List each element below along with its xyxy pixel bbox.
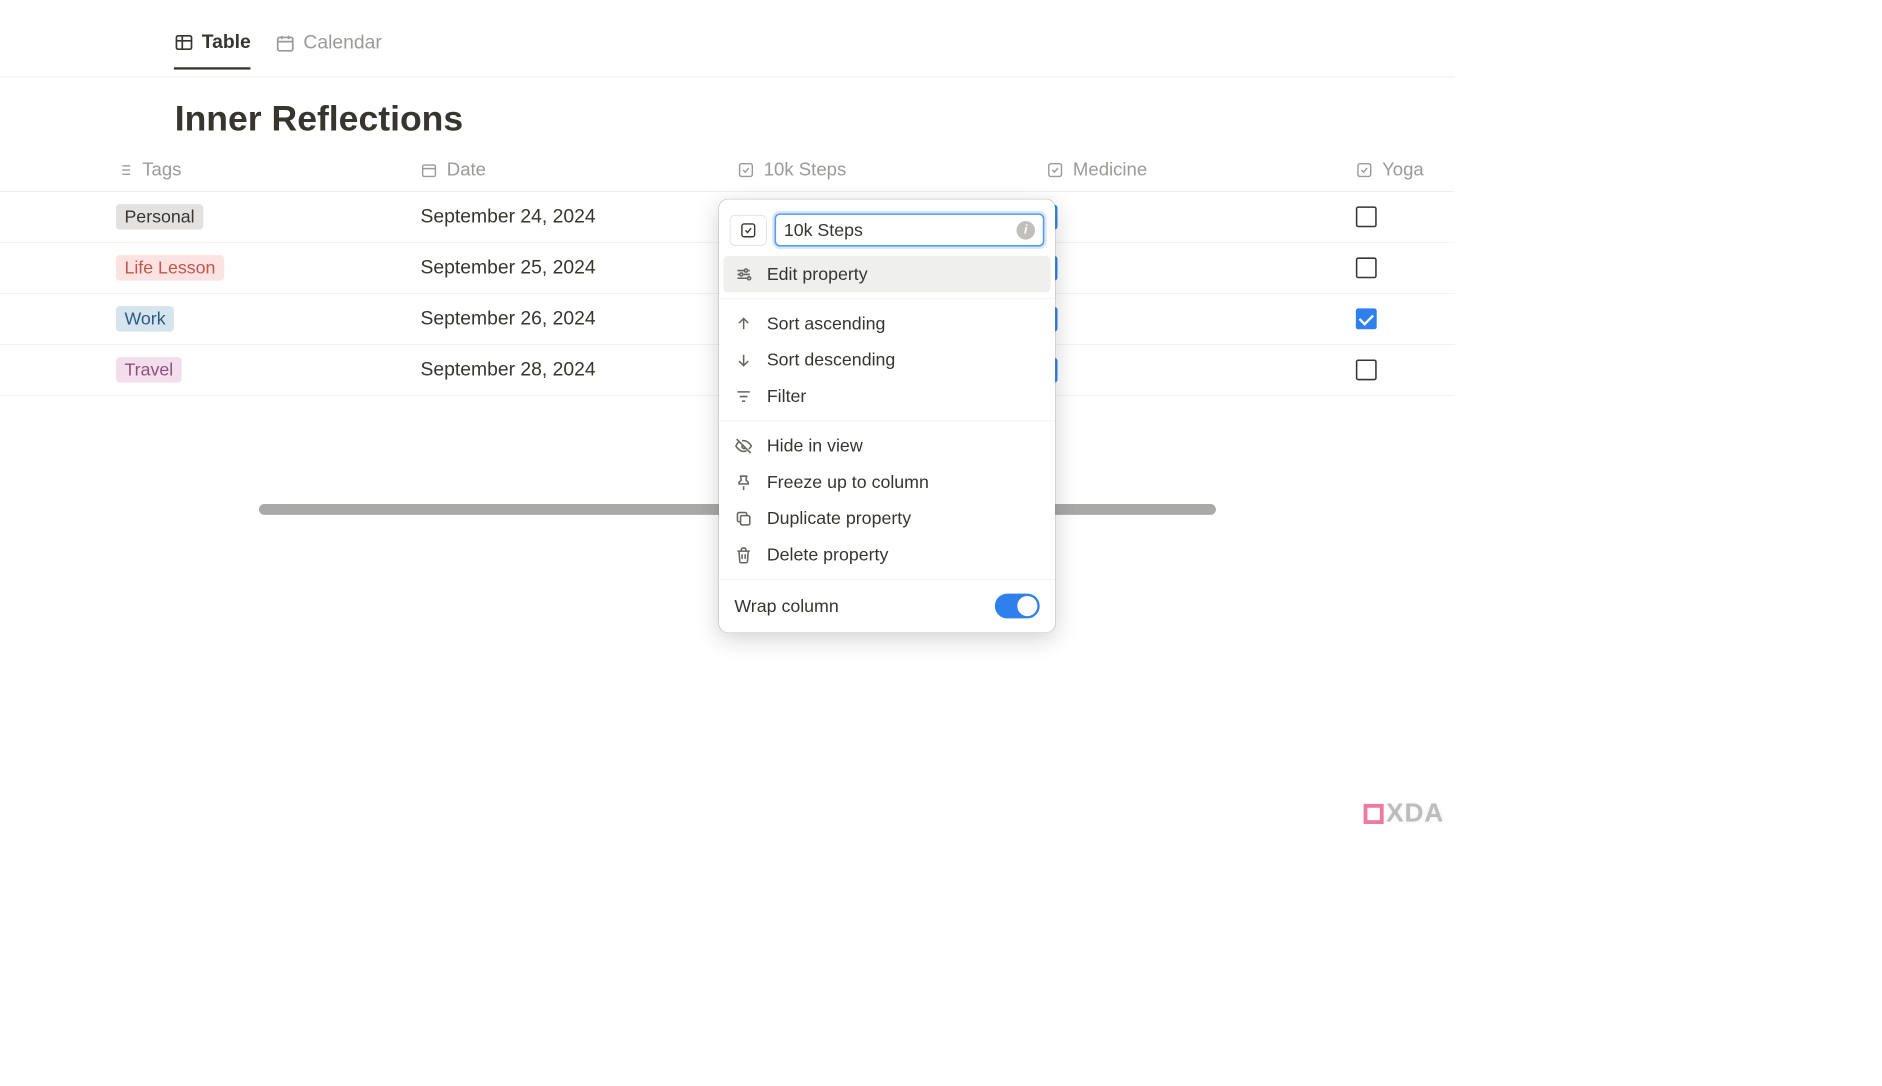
- checkbox-icon: [740, 221, 757, 238]
- menu-duplicate[interactable]: Duplicate property: [719, 500, 1055, 536]
- tag-chip[interactable]: Work: [116, 306, 174, 332]
- column-header-date[interactable]: Date: [410, 159, 727, 181]
- info-icon[interactable]: i: [1016, 221, 1035, 240]
- menu-item-label: Hide in view: [767, 435, 863, 456]
- yoga-cell[interactable]: [1345, 206, 1453, 227]
- table-header-row: Tags Date 10k Steps Medicine Yoga: [0, 148, 1455, 191]
- menu-item-label: Duplicate property: [767, 508, 911, 529]
- medicine-cell[interactable]: [1036, 204, 1345, 229]
- menu-sort-asc[interactable]: Sort ascending: [719, 305, 1055, 341]
- medicine-cell[interactable]: [1036, 306, 1345, 331]
- tab-calendar-label: Calendar: [303, 32, 381, 54]
- watermark: XDA: [1364, 799, 1444, 829]
- date-icon: [421, 161, 438, 178]
- divider: [719, 298, 1055, 299]
- checkbox-icon: [737, 161, 754, 178]
- menu-item-label: Edit property: [767, 264, 868, 285]
- checkbox-icon: [1356, 161, 1373, 178]
- divider: [719, 421, 1055, 422]
- tab-calendar[interactable]: Calendar: [276, 32, 382, 68]
- wrap-column-toggle[interactable]: [995, 594, 1040, 619]
- property-type-button[interactable]: [730, 215, 767, 246]
- menu-sort-desc[interactable]: Sort descending: [719, 342, 1055, 378]
- tag-chip[interactable]: Personal: [116, 204, 203, 230]
- column-context-menu: i Edit property Sort ascending Sort desc…: [719, 199, 1055, 632]
- multiselect-icon: [116, 161, 133, 178]
- column-header-label: 10k Steps: [764, 159, 847, 181]
- table-icon: [174, 32, 194, 52]
- arrow-down-icon: [734, 351, 753, 370]
- checkbox[interactable]: [1356, 359, 1377, 380]
- menu-item-label: Filter: [767, 386, 807, 407]
- menu-delete[interactable]: Delete property: [719, 536, 1055, 572]
- medicine-cell[interactable]: [1036, 358, 1345, 383]
- menu-item-label: Sort descending: [767, 349, 895, 370]
- medicine-cell[interactable]: [1036, 255, 1345, 280]
- tag-chip[interactable]: Travel: [116, 357, 182, 383]
- rename-property-input[interactable]: [784, 220, 1017, 241]
- checkbox[interactable]: [1356, 308, 1377, 329]
- menu-hide[interactable]: Hide in view: [719, 427, 1055, 463]
- duplicate-icon: [734, 509, 753, 528]
- filter-icon: [734, 387, 753, 406]
- date-cell[interactable]: September 24, 2024: [410, 206, 727, 228]
- checkbox[interactable]: [1356, 206, 1377, 227]
- column-header-label: Medicine: [1073, 159, 1147, 181]
- page-title: Inner Reflections: [0, 77, 1455, 148]
- pin-icon: [734, 473, 753, 492]
- column-header-tags[interactable]: Tags: [0, 159, 410, 181]
- checkbox-icon: [1047, 161, 1064, 178]
- sliders-icon: [734, 265, 753, 284]
- yoga-cell[interactable]: [1345, 257, 1453, 278]
- rename-row: i: [719, 207, 1055, 256]
- yoga-cell[interactable]: [1345, 359, 1453, 380]
- menu-item-label: Sort ascending: [767, 313, 886, 334]
- column-header-label: Yoga: [1382, 159, 1424, 181]
- column-header-yoga[interactable]: Yoga: [1345, 159, 1453, 181]
- wrap-column-row: Wrap column: [719, 586, 1055, 625]
- menu-freeze[interactable]: Freeze up to column: [719, 464, 1055, 500]
- tag-chip[interactable]: Life Lesson: [116, 255, 224, 281]
- date-cell[interactable]: September 28, 2024: [410, 359, 727, 381]
- yoga-cell[interactable]: [1345, 308, 1453, 329]
- wrap-column-label: Wrap column: [734, 596, 838, 617]
- arrow-up-icon: [734, 314, 753, 333]
- menu-edit-property[interactable]: Edit property: [724, 256, 1051, 292]
- column-header-label: Tags: [142, 159, 181, 181]
- tab-table-label: Table: [202, 31, 251, 53]
- view-tabs: Table Calendar: [0, 0, 1455, 77]
- menu-filter[interactable]: Filter: [719, 378, 1055, 414]
- date-cell[interactable]: September 25, 2024: [410, 257, 727, 279]
- trash-icon: [734, 545, 753, 564]
- column-header-label: Date: [447, 159, 486, 181]
- menu-item-label: Delete property: [767, 544, 889, 565]
- rename-input-wrap: i: [775, 213, 1045, 246]
- calendar-icon: [276, 33, 296, 53]
- tab-table[interactable]: Table: [174, 31, 251, 70]
- column-header-medicine[interactable]: Medicine: [1036, 159, 1345, 181]
- eye-off-icon: [734, 436, 753, 455]
- checkbox[interactable]: [1356, 257, 1377, 278]
- menu-item-label: Freeze up to column: [767, 472, 929, 493]
- divider: [719, 579, 1055, 580]
- date-cell[interactable]: September 26, 2024: [410, 308, 727, 330]
- column-header-steps[interactable]: 10k Steps: [727, 159, 1036, 181]
